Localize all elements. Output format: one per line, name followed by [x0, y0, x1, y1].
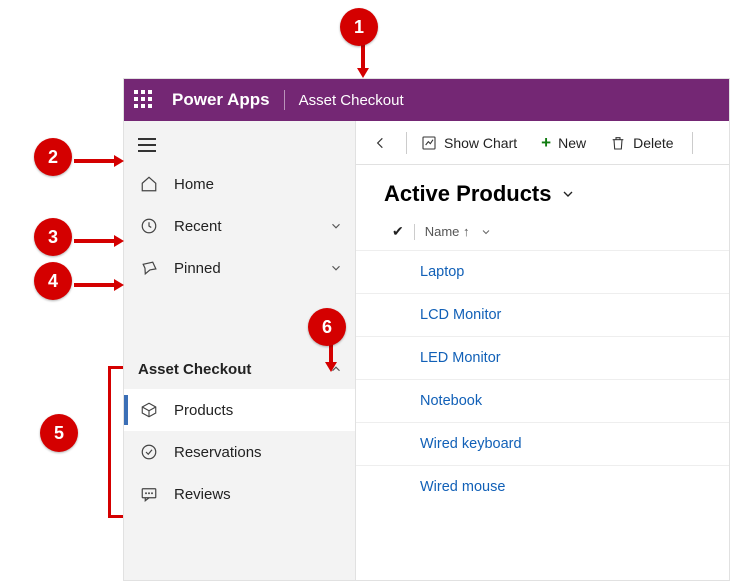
- button-label: Show Chart: [444, 135, 517, 151]
- sidebar: Home Recent Pinned: [124, 121, 356, 580]
- divider: [692, 132, 693, 154]
- sidebar-item-label: Reviews: [174, 486, 231, 503]
- select-all-checkbox[interactable]: ✔: [392, 223, 404, 240]
- chevron-down-icon: [329, 261, 343, 275]
- table-row[interactable]: Notebook: [356, 379, 729, 422]
- callout-2-arrow: [74, 155, 122, 167]
- callout-1: 1: [340, 8, 378, 46]
- show-chart-button[interactable]: Show Chart: [411, 126, 527, 160]
- sidebar-item-pinned[interactable]: Pinned: [124, 247, 355, 289]
- app-window: Power Apps Asset Checkout Home Recent: [123, 78, 730, 581]
- record-link[interactable]: LCD Monitor: [420, 307, 501, 323]
- sidebar-item-label: Recent: [174, 218, 329, 235]
- clock-icon: [138, 217, 160, 235]
- table-row[interactable]: LCD Monitor: [356, 293, 729, 336]
- hamburger-icon[interactable]: [138, 138, 156, 152]
- callout-1-arrow: [357, 44, 369, 76]
- sidebar-section-label: Asset Checkout: [138, 361, 329, 378]
- sidebar-item-reviews[interactable]: Reviews: [124, 473, 355, 515]
- home-icon: [138, 175, 160, 193]
- callout-3: 3: [34, 218, 72, 256]
- record-link[interactable]: Wired mouse: [420, 479, 505, 495]
- callout-6: 6: [308, 308, 346, 346]
- sidebar-section-asset-checkout[interactable]: Asset Checkout: [124, 349, 355, 389]
- record-link[interactable]: Laptop: [420, 264, 464, 280]
- package-icon: [138, 401, 160, 419]
- sort-asc-icon: ↑: [463, 224, 470, 239]
- chevron-down-icon: [329, 219, 343, 233]
- table-row[interactable]: Laptop: [356, 250, 729, 293]
- chevron-down-icon[interactable]: [480, 226, 492, 238]
- sidebar-item-recent[interactable]: Recent: [124, 205, 355, 247]
- delete-button[interactable]: Delete: [600, 126, 683, 160]
- plus-icon: +: [541, 133, 551, 153]
- table-row[interactable]: Wired mouse: [356, 465, 729, 508]
- chat-icon: [138, 485, 160, 503]
- titlebar-divider: [284, 90, 285, 110]
- chevron-down-icon: [560, 186, 576, 202]
- callout-3-arrow: [74, 235, 122, 247]
- app-launcher-icon[interactable]: [134, 90, 154, 110]
- sidebar-item-label: Products: [174, 402, 233, 419]
- callout-2: 2: [34, 138, 72, 176]
- record-link[interactable]: Notebook: [420, 393, 482, 409]
- brand-label: Power Apps: [172, 90, 270, 110]
- table-row[interactable]: LED Monitor: [356, 336, 729, 379]
- column-header-row: ✔ Name ↑: [384, 223, 729, 240]
- record-link[interactable]: Wired keyboard: [420, 436, 522, 452]
- command-bar: Show Chart + New Delete: [356, 121, 729, 165]
- titlebar: Power Apps Asset Checkout: [124, 79, 729, 121]
- callout-4-arrow: [74, 279, 122, 291]
- sidebar-item-home[interactable]: Home: [124, 163, 355, 205]
- table-row[interactable]: Wired keyboard: [356, 422, 729, 465]
- record-link[interactable]: LED Monitor: [420, 350, 501, 366]
- divider: [406, 132, 407, 154]
- callout-5: 5: [40, 414, 78, 452]
- trash-icon: [610, 135, 626, 151]
- callout-5-brace: [108, 366, 111, 518]
- sidebar-item-products[interactable]: Products: [124, 389, 355, 431]
- button-label: Delete: [633, 135, 673, 151]
- sidebar-item-reservations[interactable]: Reservations: [124, 431, 355, 473]
- view-title-label: Active Products: [384, 181, 552, 207]
- chart-icon: [421, 135, 437, 151]
- column-header-name[interactable]: Name ↑: [425, 224, 470, 239]
- check-circle-icon: [138, 443, 160, 461]
- view-title-dropdown[interactable]: Active Products: [384, 181, 729, 207]
- sidebar-item-label: Reservations: [174, 444, 262, 461]
- app-name-label: Asset Checkout: [299, 92, 404, 109]
- main-panel: Show Chart + New Delete Active Products: [356, 121, 729, 580]
- sidebar-item-label: Pinned: [174, 260, 329, 277]
- divider: [414, 224, 415, 240]
- column-header-label: Name: [425, 224, 460, 239]
- sidebar-item-label: Home: [174, 176, 343, 193]
- callout-4: 4: [34, 262, 72, 300]
- pin-icon: [138, 259, 160, 277]
- view-header: Active Products ✔ Name ↑: [356, 165, 729, 250]
- back-arrow-icon: [373, 135, 389, 151]
- data-grid: Laptop LCD Monitor LED Monitor Notebook …: [356, 250, 729, 580]
- callout-6-arrow: [325, 344, 337, 370]
- new-button[interactable]: + New: [531, 126, 596, 160]
- back-button[interactable]: [364, 126, 398, 160]
- button-label: New: [558, 135, 586, 151]
